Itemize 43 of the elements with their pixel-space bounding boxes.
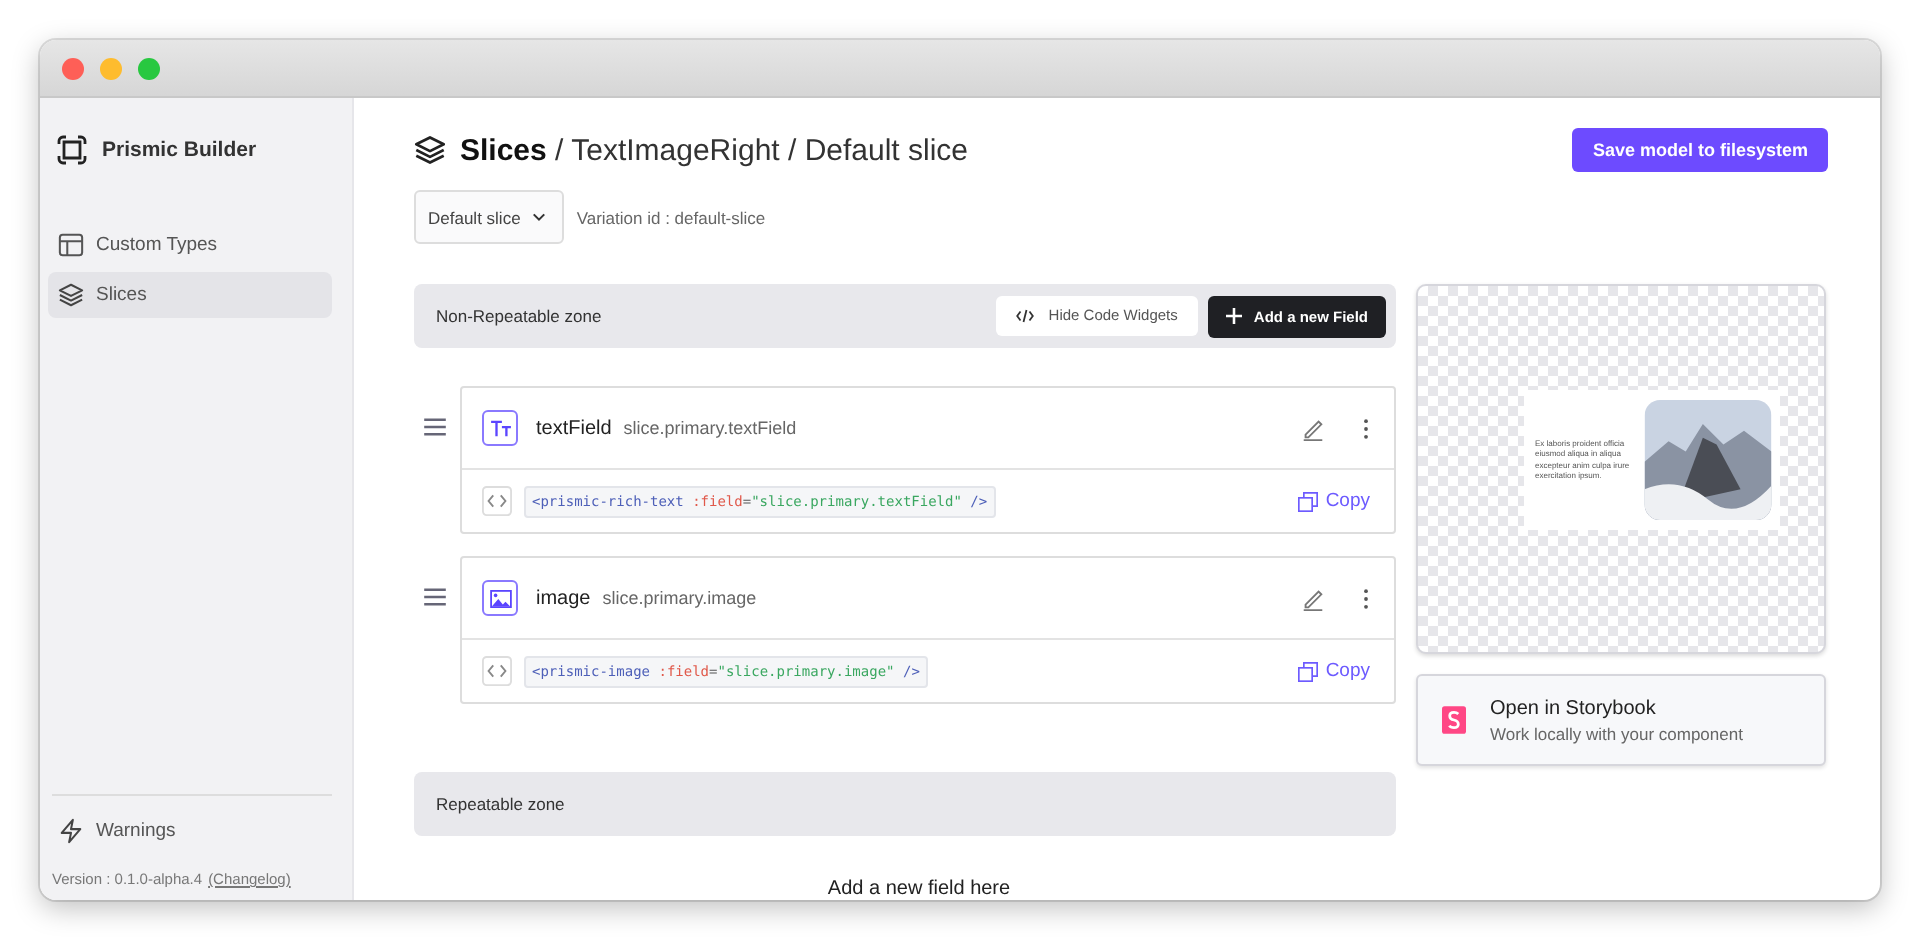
storybook-title: Open in Storybook [1490,697,1658,719]
edit-icon[interactable] [1300,415,1326,441]
plus-icon [1225,308,1242,324]
lightning-icon [58,818,84,844]
storybook-subtitle: Work locally with your component [1490,723,1743,743]
field-path: slice.primary.textField [623,418,797,438]
copy-button[interactable]: Copy [1297,660,1370,682]
layout-icon [58,232,84,258]
more-icon[interactable] [1362,417,1370,439]
layers-icon [58,282,84,308]
zone-title: Repeatable zone [436,794,565,814]
add-field-here-link[interactable]: Add a new field here [442,878,1396,900]
logo-icon [56,134,88,166]
page-title: Slices / TextImageRight / Default slice [460,133,969,167]
layers-icon [414,134,446,166]
sidebar-item[interactable]: Slices [48,272,332,318]
text-type-icon [482,410,518,446]
warnings-link[interactable]: Warnings [96,820,176,842]
chevron-down-icon [532,212,547,222]
drag-handle-icon[interactable] [424,418,446,436]
image-type-icon [482,580,518,616]
copy-icon [1297,661,1318,681]
edit-icon[interactable] [1300,585,1326,611]
mountain-photo-placeholder [1643,399,1771,519]
app-name: Prismic Builder [102,138,257,162]
close-button[interactable] [62,57,84,79]
variation-id: Variation id : default-slice [576,207,766,227]
code-icon [1016,307,1035,323]
storybook-icon [1442,706,1466,734]
field-name: textField [536,417,612,439]
sidebar-item[interactable]: Custom Types [48,222,332,268]
variation-select[interactable]: Default slice [414,190,565,244]
code-icon [482,656,512,686]
copy-icon [1297,491,1318,511]
more-icon[interactable] [1362,587,1370,609]
copy-button[interactable]: Copy [1297,490,1370,512]
storybook-card[interactable]: Open in Storybook Work locally with your component [1416,674,1826,766]
field-path: slice.primary.image [602,588,757,608]
save-button[interactable]: Save model to filesystem [1572,128,1828,172]
zone-title: Non-Repeatable zone [436,306,602,326]
drag-handle-icon[interactable] [424,588,446,606]
field-name: image [536,587,591,609]
code-icon [482,486,512,516]
